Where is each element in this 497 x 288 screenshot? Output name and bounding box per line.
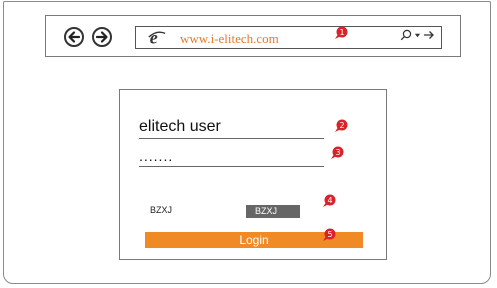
username-field[interactable]: elitech user	[139, 118, 324, 139]
pin-marker-icon: 1	[335, 26, 348, 39]
callout-marker-5: 5	[322, 228, 336, 242]
back-arrow-icon	[68, 31, 81, 43]
callout-marker-2: 2	[334, 119, 348, 133]
pin-marker-icon: 4	[323, 194, 336, 207]
svg-text:3: 3	[335, 148, 340, 157]
pin-marker-icon: 2	[335, 119, 348, 132]
address-actions	[400, 29, 435, 41]
svg-text:4: 4	[327, 196, 332, 205]
pin-marker-icon: 5	[323, 228, 336, 241]
forward-button[interactable]	[92, 27, 112, 47]
forward-arrow-icon	[95, 31, 108, 43]
url-text: www.i-elitech.com	[180, 31, 279, 46]
svg-text:5: 5	[327, 230, 332, 239]
callout-marker-1: 1	[334, 26, 348, 40]
password-field[interactable]: .......	[139, 149, 324, 167]
go-arrow-icon[interactable]	[423, 30, 435, 40]
login-panel: elitech user ....... BZXJ BZXJ Login	[119, 89, 387, 260]
callout-marker-4: 4	[322, 194, 336, 208]
svg-text:1: 1	[339, 28, 344, 37]
ie-browser-icon: e	[148, 28, 166, 46]
svg-text:2: 2	[339, 121, 344, 130]
back-button[interactable]	[64, 27, 84, 47]
captcha-input[interactable]: BZXJ	[150, 205, 172, 215]
chevron-down-icon[interactable]	[414, 32, 421, 39]
captcha-image[interactable]: BZXJ	[246, 205, 300, 218]
search-icon[interactable]	[400, 29, 412, 41]
pin-marker-icon: 3	[331, 146, 344, 159]
svg-text:e: e	[150, 28, 158, 46]
address-bar[interactable]: e www.i-elitech.com	[135, 26, 442, 49]
callout-marker-3: 3	[330, 146, 344, 160]
browser-toolbar: e www.i-elitech.com	[45, 15, 461, 57]
